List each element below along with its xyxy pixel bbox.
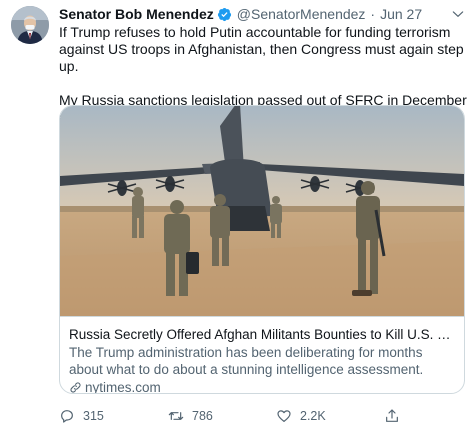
share-button[interactable] — [384, 407, 408, 425]
share-icon — [386, 409, 398, 422]
card-body[interactable]: Russia Secretly Offered Afghan Militants… — [60, 316, 464, 393]
card-title[interactable]: Russia Secretly Offered Afghan Militants… — [69, 326, 455, 343]
card-description: The Trump administration has been delibe… — [69, 345, 424, 377]
tweet-header: Senator Bob Menendez @SenatorMenendez · … — [59, 5, 422, 23]
like-count: 2.2K — [300, 409, 326, 423]
tweet-date[interactable]: Jun 27 — [380, 5, 422, 23]
like-button[interactable]: 2.2K — [276, 407, 326, 425]
card-domain[interactable]: nytimes.com — [69, 379, 455, 394]
retweet-count: 786 — [192, 409, 213, 423]
link-icon — [70, 382, 81, 393]
retweet-icon — [168, 412, 184, 420]
tweet-paragraph: If Trump refuses to hold Putin accountab… — [59, 24, 464, 74]
reply-button[interactable]: 315 — [59, 407, 104, 425]
link-card[interactable]: Russia Secretly Offered Afghan Militants… — [59, 105, 465, 394]
reply-icon — [61, 410, 73, 423]
tweet-actions: 315 786 2.2K — [59, 407, 469, 425]
avatar[interactable] — [11, 6, 49, 44]
heart-icon — [277, 410, 291, 422]
author-handle[interactable]: @SenatorMenendez — [237, 5, 366, 23]
header-separator: · — [370, 6, 376, 22]
chevron-down-icon[interactable] — [451, 7, 465, 21]
card-image — [60, 106, 464, 316]
retweet-button[interactable]: 786 — [168, 407, 213, 425]
tweet[interactable]: Senator Bob Menendez @SenatorMenendez · … — [0, 0, 475, 429]
author-name[interactable]: Senator Bob Menendez — [59, 5, 214, 23]
reply-count: 315 — [83, 409, 104, 423]
card-domain-text: nytimes.com — [85, 380, 161, 394]
verified-badge-icon — [217, 7, 231, 21]
